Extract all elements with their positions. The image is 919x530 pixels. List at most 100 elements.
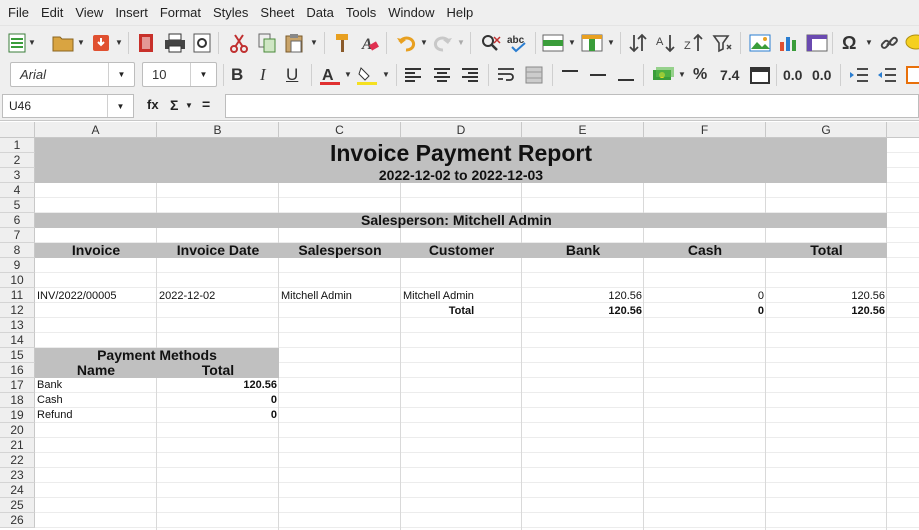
name-box[interactable]: U46 ▼ xyxy=(2,94,134,118)
row-header[interactable]: 19 xyxy=(0,408,35,423)
row-header[interactable]: 11 xyxy=(0,288,35,303)
row-header[interactable]: 17 xyxy=(0,378,35,393)
open-folder-icon[interactable] xyxy=(52,32,74,54)
special-character-icon[interactable]: Ω xyxy=(842,32,856,54)
column-header-d[interactable]: D xyxy=(401,122,522,138)
row-header[interactable]: 8 xyxy=(0,243,35,258)
row-header[interactable]: 20 xyxy=(0,423,35,438)
clear-formatting-icon[interactable]: A xyxy=(360,32,380,54)
report-title: Invoice Payment Report xyxy=(329,140,593,166)
row-header[interactable]: 24 xyxy=(0,483,35,498)
function-wizard-button[interactable]: fx xyxy=(147,97,159,112)
row-header[interactable]: 16 xyxy=(0,363,35,378)
row-header[interactable]: 22 xyxy=(0,453,35,468)
comment-icon[interactable] xyxy=(904,32,919,54)
cell-grid[interactable]: Invoice Payment Report 2022-12-02 to 202… xyxy=(35,138,919,530)
row-header[interactable]: 1 xyxy=(0,138,35,153)
save-icon[interactable] xyxy=(92,32,110,54)
menu-sheet[interactable]: Sheet xyxy=(254,0,300,25)
row-header[interactable]: 12 xyxy=(0,303,35,318)
menu-file[interactable]: File xyxy=(2,0,35,25)
chevron-down-icon[interactable]: ▼ xyxy=(310,38,318,47)
column-header-e[interactable]: E xyxy=(522,122,644,138)
sort-descending-icon[interactable]: Z xyxy=(684,32,704,54)
chevron-down-icon[interactable]: ▼ xyxy=(185,101,193,110)
chevron-down-icon[interactable]: ▼ xyxy=(865,38,873,47)
row-header[interactable]: 4 xyxy=(0,183,35,198)
row-header[interactable]: 3 xyxy=(0,168,35,183)
select-all-corner[interactable] xyxy=(0,122,35,138)
row-header[interactable]: 10 xyxy=(0,273,35,288)
chevron-down-icon[interactable]: ▼ xyxy=(457,38,465,47)
autofilter-icon[interactable] xyxy=(712,32,732,54)
menu-insert[interactable]: Insert xyxy=(109,0,154,25)
cell-customer: Mitchell Admin xyxy=(403,290,474,302)
svg-text:A: A xyxy=(656,36,664,48)
paste-icon[interactable] xyxy=(285,32,303,54)
column-header-g[interactable]: G xyxy=(766,122,887,138)
column-header-f[interactable]: F xyxy=(644,122,766,138)
row-header[interactable]: 23 xyxy=(0,468,35,483)
insert-chart-icon[interactable] xyxy=(778,32,800,54)
chevron-down-icon[interactable]: ▼ xyxy=(107,95,133,117)
chevron-down-icon[interactable]: ▼ xyxy=(77,38,85,47)
sort-ascending-icon[interactable]: A xyxy=(656,32,676,54)
menu-styles[interactable]: Styles xyxy=(207,0,254,25)
menu-view[interactable]: View xyxy=(69,0,109,25)
row-header[interactable]: 18 xyxy=(0,393,35,408)
row-header[interactable]: 21 xyxy=(0,438,35,453)
chevron-down-icon[interactable]: ▼ xyxy=(607,38,615,47)
hyperlink-icon[interactable] xyxy=(879,32,899,54)
sum-button[interactable]: Σ xyxy=(170,97,178,113)
print-icon[interactable] xyxy=(164,32,186,54)
pivot-table-icon[interactable] xyxy=(806,32,828,54)
row-header[interactable]: 9 xyxy=(0,258,35,273)
font-size-box[interactable]: 10 ▼ xyxy=(142,62,217,87)
chevron-down-icon[interactable]: ▼ xyxy=(108,63,134,86)
report-date-range: 2022-12-02 to 2022-12-03 xyxy=(378,167,544,183)
column-header-h[interactable] xyxy=(887,122,919,138)
export-pdf-icon[interactable] xyxy=(137,32,155,54)
column-icon[interactable] xyxy=(581,32,603,54)
chevron-down-icon[interactable]: ▼ xyxy=(115,38,123,47)
menu-data[interactable]: Data xyxy=(300,0,339,25)
column-header-c[interactable]: C xyxy=(279,122,401,138)
clone-formatting-icon[interactable] xyxy=(333,32,351,54)
chevron-down-icon[interactable]: ▼ xyxy=(568,38,576,47)
find-replace-icon[interactable] xyxy=(480,32,502,54)
row-header[interactable]: 13 xyxy=(0,318,35,333)
insert-image-icon[interactable] xyxy=(749,32,771,54)
formula-input[interactable] xyxy=(225,94,919,118)
redo-icon[interactable] xyxy=(433,32,453,54)
formula-button[interactable]: = xyxy=(202,96,210,112)
font-name-value: Arial xyxy=(20,67,47,82)
row-header[interactable]: 6 xyxy=(0,213,35,228)
undo-icon[interactable] xyxy=(396,32,416,54)
font-name-box[interactable]: Arial ▼ xyxy=(10,62,135,87)
row-icon[interactable] xyxy=(542,32,564,54)
menu-edit[interactable]: Edit xyxy=(35,0,69,25)
row-header[interactable]: 14 xyxy=(0,333,35,348)
chevron-down-icon[interactable]: ▼ xyxy=(28,38,36,47)
menu-format[interactable]: Format xyxy=(154,0,207,25)
spellcheck-icon[interactable]: abc xyxy=(507,32,531,54)
menu-help[interactable]: Help xyxy=(440,0,479,25)
chevron-down-icon[interactable]: ▼ xyxy=(190,63,216,86)
chevron-down-icon[interactable]: ▼ xyxy=(420,38,428,47)
column-header-b[interactable]: B xyxy=(157,122,279,138)
row-header[interactable]: 15 xyxy=(0,348,35,363)
cut-icon[interactable] xyxy=(229,32,249,54)
menu-tools[interactable]: Tools xyxy=(340,0,382,25)
payment-method-total: 0 xyxy=(270,409,277,421)
sort-icon[interactable] xyxy=(628,32,648,54)
row-header[interactable]: 26 xyxy=(0,513,35,528)
column-header-a[interactable]: A xyxy=(35,122,157,138)
copy-icon[interactable] xyxy=(258,32,276,54)
row-header[interactable]: 2 xyxy=(0,153,35,168)
row-header[interactable]: 7 xyxy=(0,228,35,243)
row-header[interactable]: 5 xyxy=(0,198,35,213)
print-preview-icon[interactable] xyxy=(193,32,211,54)
new-document-icon[interactable] xyxy=(8,32,26,54)
row-header[interactable]: 25 xyxy=(0,498,35,513)
menu-window[interactable]: Window xyxy=(382,0,440,25)
